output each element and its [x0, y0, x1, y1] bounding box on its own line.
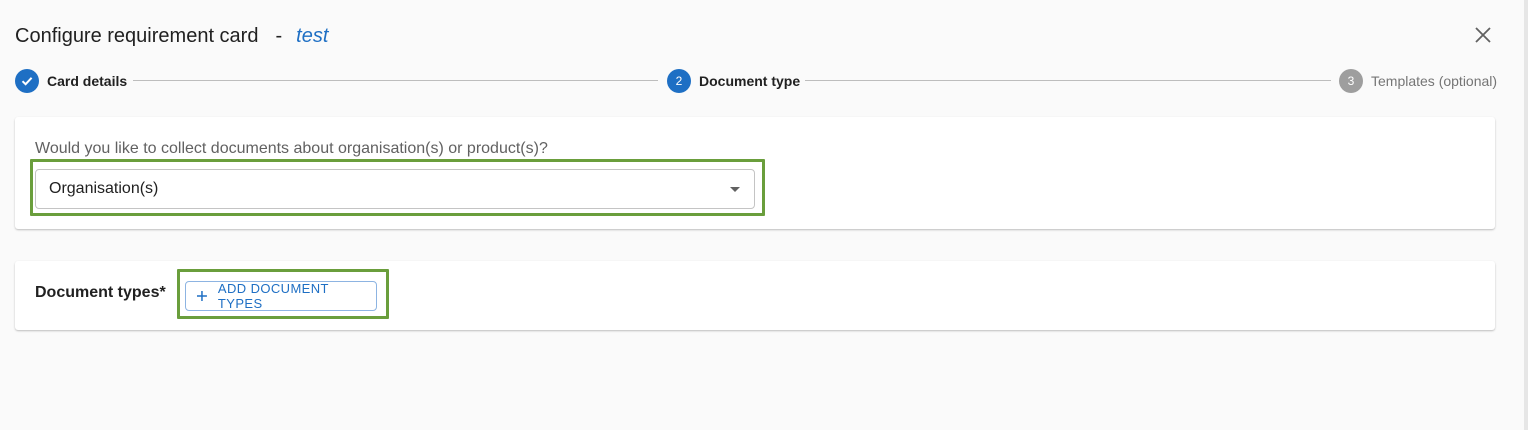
step-connector	[805, 80, 1331, 81]
title-separator: -	[275, 24, 283, 47]
step-label: Card details	[47, 73, 128, 89]
scrollbar-track	[1524, 0, 1528, 430]
document-types-panel: Document types* ADD DOCUMENT TYPES	[15, 261, 1495, 330]
chevron-down-icon	[730, 187, 740, 192]
step-document-type[interactable]: 2 Document type	[667, 69, 800, 93]
check-icon	[21, 77, 33, 86]
close-button[interactable]	[1474, 26, 1492, 44]
step-templates[interactable]: 3 Templates (optional)	[1339, 69, 1497, 93]
plus-icon	[196, 291, 207, 301]
document-types-label: Document types*	[35, 284, 166, 301]
select-value: Organisation(s)	[49, 180, 159, 197]
stepper: Card details 2 Document type 3 Templates…	[15, 69, 1505, 93]
dialog-header: Configure requirement card - test	[15, 22, 328, 50]
step-connector	[133, 80, 658, 81]
add-button-label: ADD DOCUMENT TYPES	[217, 281, 329, 311]
collect-question: Would you like to collect documents abou…	[35, 140, 548, 157]
add-document-types-button[interactable]: ADD DOCUMENT TYPES	[185, 281, 377, 311]
step-card-details[interactable]: Card details	[15, 69, 127, 93]
dialog-title: Configure requirement card	[15, 24, 259, 47]
step-label: Document type	[699, 73, 801, 89]
close-icon	[1475, 27, 1491, 43]
collect-about-panel: Would you like to collect documents abou…	[15, 117, 1495, 229]
step-number: 3	[1339, 69, 1363, 93]
step-number: 2	[667, 69, 691, 93]
step-completed-indicator	[15, 69, 39, 93]
card-name: test	[296, 24, 329, 47]
collect-type-select[interactable]: Organisation(s)	[35, 169, 755, 209]
step-label: Templates (optional)	[1371, 73, 1498, 89]
